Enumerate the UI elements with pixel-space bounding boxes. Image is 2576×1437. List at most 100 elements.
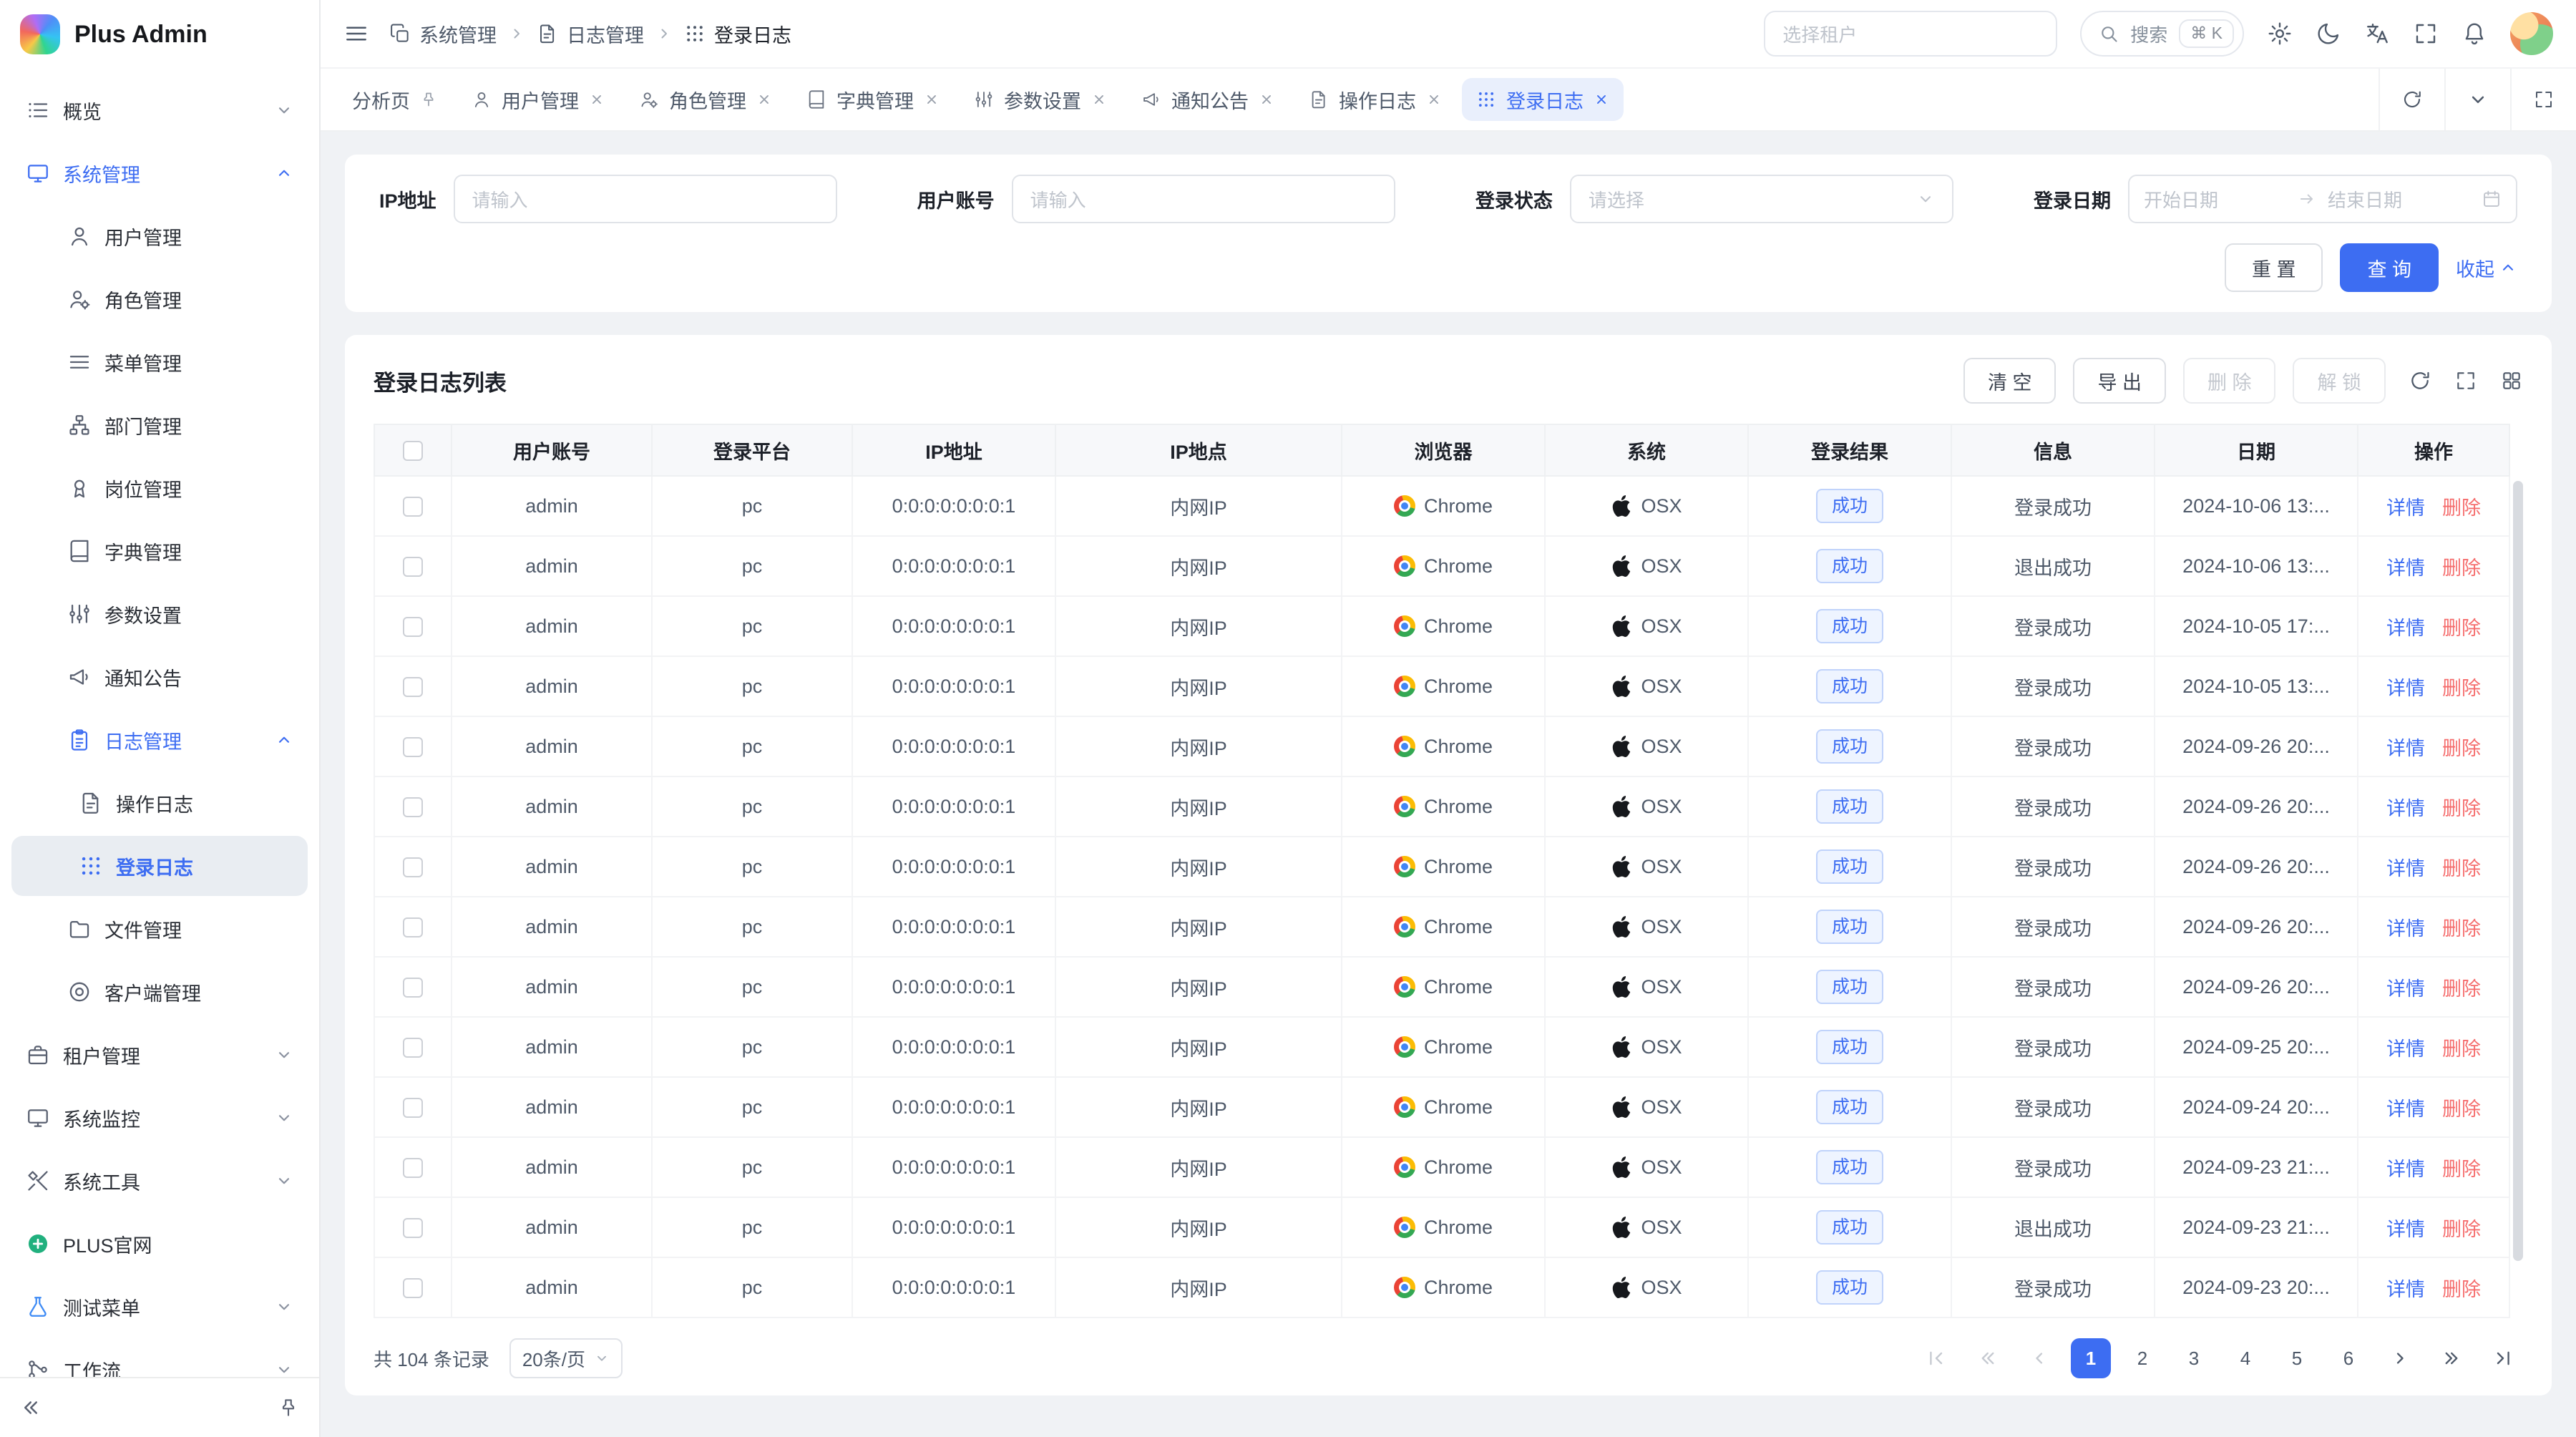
- close-icon[interactable]: [589, 92, 605, 107]
- breadcrumb-item[interactable]: 系统管理: [389, 20, 525, 48]
- page-button[interactable]: 5: [2277, 1338, 2317, 1378]
- sidebar-item[interactable]: 登录日志: [11, 836, 308, 896]
- tab[interactable]: 用户管理: [457, 78, 619, 121]
- tab[interactable]: 角色管理: [625, 78, 786, 121]
- sidebar-item[interactable]: 通知公告: [11, 647, 308, 707]
- delete-button[interactable]: 删 除: [2183, 358, 2276, 404]
- pin-sidebar-icon[interactable]: [278, 1397, 299, 1418]
- tab[interactable]: 字典管理: [792, 78, 954, 121]
- detail-link[interactable]: 详情: [2386, 1274, 2425, 1302]
- sidebar-item[interactable]: 用户管理: [11, 206, 308, 266]
- close-icon[interactable]: [1594, 92, 1609, 107]
- detail-link[interactable]: 详情: [2386, 1033, 2425, 1061]
- breadcrumb-item[interactable]: 日志管理: [537, 20, 673, 48]
- reset-button[interactable]: 重 置: [2225, 243, 2323, 292]
- first-page-button[interactable]: [1916, 1338, 1956, 1378]
- sidebar-item[interactable]: 操作日志: [11, 773, 308, 833]
- clear-button[interactable]: 清 空: [1963, 358, 2057, 404]
- row-checkbox[interactable]: [403, 737, 423, 757]
- sidebar-item[interactable]: 参数设置: [11, 584, 308, 644]
- row-checkbox[interactable]: [403, 497, 423, 517]
- tab-dropdown-button[interactable]: [2444, 69, 2510, 130]
- moon-icon[interactable]: [2316, 21, 2341, 47]
- sidebar-item[interactable]: 部门管理: [11, 395, 308, 455]
- delete-link[interactable]: 删除: [2442, 492, 2481, 520]
- logo[interactable]: Plus Admin: [0, 0, 319, 69]
- page-button[interactable]: 6: [2328, 1338, 2368, 1378]
- avatar[interactable]: [2510, 12, 2553, 55]
- delete-link[interactable]: 删除: [2442, 1154, 2481, 1182]
- sidebar-item[interactable]: 客户端管理: [11, 962, 308, 1022]
- detail-link[interactable]: 详情: [2386, 913, 2425, 941]
- row-checkbox[interactable]: [403, 617, 423, 637]
- delete-link[interactable]: 删除: [2442, 613, 2481, 640]
- detail-link[interactable]: 详情: [2386, 1214, 2425, 1242]
- login-date-range[interactable]: 开始日期 结束日期: [2128, 175, 2517, 223]
- gear-icon[interactable]: [2267, 21, 2293, 47]
- page-size-select[interactable]: 20条/页: [509, 1338, 623, 1378]
- detail-link[interactable]: 详情: [2386, 733, 2425, 761]
- search-button[interactable]: 搜索 ⌘ K: [2080, 11, 2244, 57]
- sidebar-item[interactable]: PLUS官网: [11, 1214, 308, 1274]
- close-icon[interactable]: [924, 92, 940, 107]
- login-status-select[interactable]: 请选择: [1570, 175, 1953, 223]
- sidebar-item[interactable]: 岗位管理: [11, 458, 308, 518]
- collapse-sidebar-icon[interactable]: [20, 1397, 42, 1418]
- delete-link[interactable]: 删除: [2442, 673, 2481, 701]
- sidebar-item[interactable]: 角色管理: [11, 269, 308, 329]
- sidebar-item[interactable]: 工作流: [11, 1340, 308, 1377]
- delete-link[interactable]: 删除: [2442, 793, 2481, 821]
- page-button[interactable]: 2: [2122, 1338, 2162, 1378]
- select-all-checkbox[interactable]: [403, 441, 423, 461]
- refresh-icon[interactable]: [2409, 369, 2431, 392]
- detail-link[interactable]: 详情: [2386, 552, 2425, 580]
- row-checkbox[interactable]: [403, 1098, 423, 1118]
- delete-link[interactable]: 删除: [2442, 973, 2481, 1001]
- prev-page-button[interactable]: [2019, 1338, 2059, 1378]
- fullscreen-icon[interactable]: [2413, 21, 2439, 47]
- sidebar-item[interactable]: 菜单管理: [11, 332, 308, 392]
- sidebar-item[interactable]: 文件管理: [11, 899, 308, 959]
- hamburger-icon[interactable]: [343, 21, 369, 47]
- row-checkbox[interactable]: [403, 1038, 423, 1058]
- tenant-select[interactable]: 选择租户: [1764, 11, 2057, 57]
- detail-link[interactable]: 详情: [2386, 613, 2425, 640]
- detail-link[interactable]: 详情: [2386, 853, 2425, 881]
- translate-icon[interactable]: [2364, 21, 2390, 47]
- close-icon[interactable]: [1259, 92, 1274, 107]
- column-settings-icon[interactable]: [2500, 369, 2523, 392]
- sidebar-item[interactable]: 字典管理: [11, 521, 308, 581]
- jump-forward-button[interactable]: [2431, 1338, 2472, 1378]
- bell-icon[interactable]: [2462, 21, 2487, 47]
- collapse-filter-link[interactable]: 收起: [2456, 254, 2517, 282]
- row-checkbox[interactable]: [403, 677, 423, 697]
- row-checkbox[interactable]: [403, 857, 423, 877]
- tab[interactable]: 分析页: [338, 78, 452, 121]
- sidebar-item[interactable]: 概览: [11, 80, 308, 140]
- delete-link[interactable]: 删除: [2442, 1274, 2481, 1302]
- detail-link[interactable]: 详情: [2386, 1154, 2425, 1182]
- detail-link[interactable]: 详情: [2386, 793, 2425, 821]
- sidebar-item[interactable]: 系统监控: [11, 1088, 308, 1148]
- detail-link[interactable]: 详情: [2386, 973, 2425, 1001]
- detail-link[interactable]: 详情: [2386, 673, 2425, 701]
- table-scrollbar[interactable]: [2513, 481, 2523, 1261]
- tab[interactable]: 通知公告: [1127, 78, 1289, 121]
- content-fullscreen-button[interactable]: [2510, 69, 2576, 130]
- row-checkbox[interactable]: [403, 797, 423, 817]
- row-checkbox[interactable]: [403, 1278, 423, 1298]
- export-button[interactable]: 导 出: [2073, 358, 2166, 404]
- account-input[interactable]: 请输入: [1012, 175, 1395, 223]
- row-checkbox[interactable]: [403, 1158, 423, 1178]
- row-checkbox[interactable]: [403, 557, 423, 577]
- delete-link[interactable]: 删除: [2442, 853, 2481, 881]
- sidebar-item[interactable]: 系统工具: [11, 1151, 308, 1211]
- close-icon[interactable]: [756, 92, 772, 107]
- delete-link[interactable]: 删除: [2442, 1214, 2481, 1242]
- fullscreen-icon[interactable]: [2454, 369, 2477, 392]
- row-checkbox[interactable]: [403, 917, 423, 937]
- page-button[interactable]: 4: [2225, 1338, 2265, 1378]
- delete-link[interactable]: 删除: [2442, 1093, 2481, 1121]
- delete-link[interactable]: 删除: [2442, 1033, 2481, 1061]
- delete-link[interactable]: 删除: [2442, 552, 2481, 580]
